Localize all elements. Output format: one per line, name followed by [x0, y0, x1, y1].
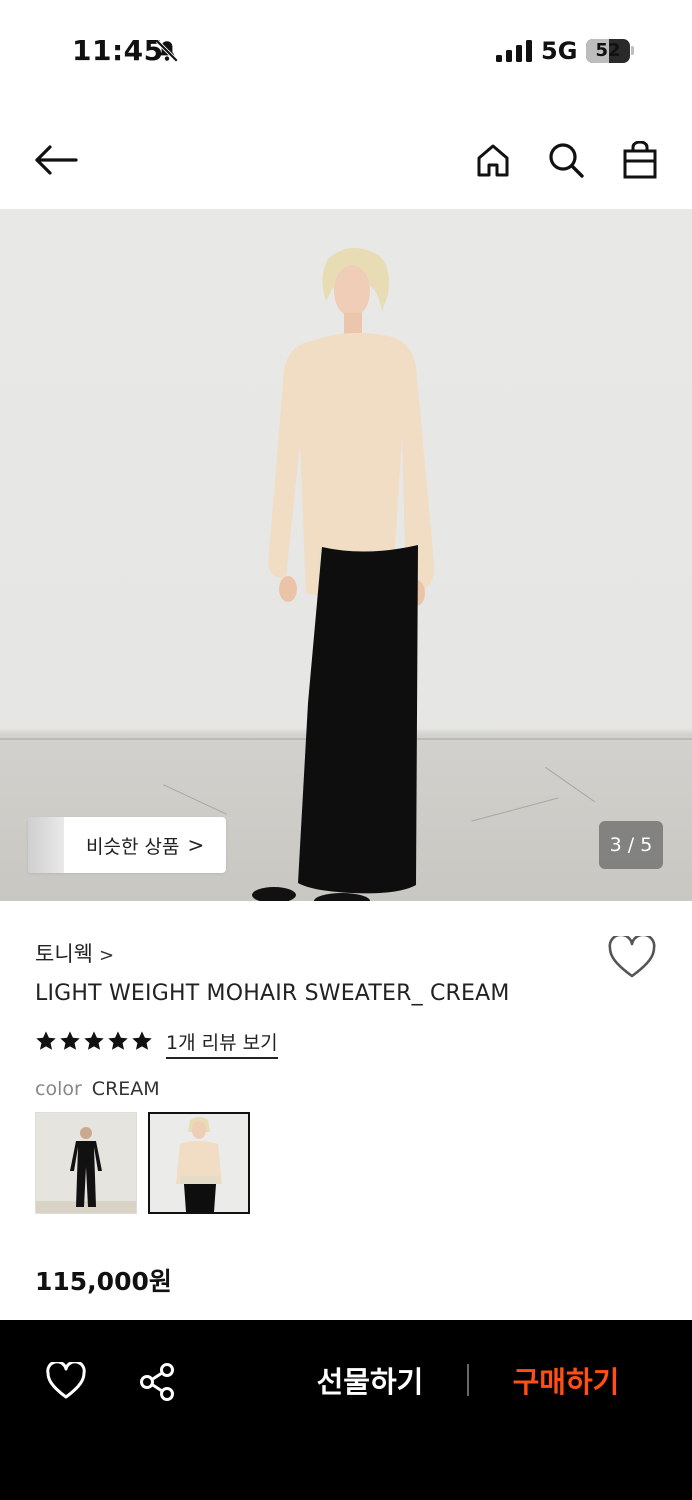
color-option-thumbnail: [36, 1113, 136, 1213]
similar-products-button[interactable]: 비슷한 상품 >: [28, 817, 226, 873]
back-button[interactable]: [32, 136, 80, 184]
image-page-indicator: 3 / 5: [599, 821, 663, 869]
model-photo: [252, 247, 435, 901]
color-option-cream[interactable]: [148, 1112, 250, 1214]
rating-stars: [35, 1030, 153, 1052]
status-bar: 11:45 5G 52: [0, 0, 692, 100]
review-link[interactable]: 1개 리뷰 보기: [166, 1028, 278, 1059]
heart-icon[interactable]: [46, 1362, 86, 1402]
color-option-black[interactable]: [35, 1112, 137, 1214]
floor-crack: [545, 766, 595, 803]
search-button[interactable]: [542, 136, 590, 184]
star-icon: [108, 1031, 128, 1050]
color-label: color: [35, 1078, 82, 1100]
bell-muted-icon: [155, 39, 179, 63]
battery-percent: 52: [595, 40, 621, 61]
color-value: CREAM: [91, 1078, 160, 1100]
share-icon[interactable]: [137, 1362, 177, 1402]
home-button[interactable]: [469, 136, 517, 184]
signal-icon: [496, 40, 532, 62]
wishlist-heart-button[interactable]: [608, 936, 656, 980]
color-option-thumbnail: [150, 1114, 248, 1212]
status-time: 11:45: [72, 34, 164, 67]
star-icon: [84, 1031, 104, 1050]
buy-button[interactable]: 구매하기: [496, 1360, 636, 1404]
battery-tip: [631, 46, 634, 55]
product-price: 115,000원: [35, 1267, 172, 1296]
brand-name: 토니웩: [35, 942, 93, 966]
star-icon: [132, 1031, 152, 1050]
chevron-right-icon: >: [98, 945, 115, 966]
shopping-bag-icon: [623, 141, 657, 179]
product-title: LIGHT WEIGHT MOHAIR SWEATER_ CREAM: [35, 981, 510, 1006]
color-row: color CREAM: [35, 1078, 160, 1100]
bottom-action-bar: 선물하기 구매하기: [0, 1320, 692, 1500]
gift-button[interactable]: 선물하기: [300, 1360, 440, 1404]
bottom-bar-divider: [467, 1364, 469, 1396]
chevron-right-icon: >: [187, 833, 205, 857]
search-icon: [549, 143, 584, 178]
similar-products-label: 비슷한 상품: [86, 835, 180, 858]
star-icon: [36, 1031, 56, 1050]
network-label: 5G: [541, 37, 578, 65]
floor-crack: [163, 784, 227, 815]
home-icon: [477, 144, 509, 177]
star-icon: [60, 1031, 80, 1050]
floor-crack: [471, 797, 559, 822]
similar-products-thumbnail: [28, 817, 64, 873]
brand-link[interactable]: 토니웩 >: [35, 938, 114, 968]
app-header: [0, 120, 692, 200]
arrow-left-icon: [35, 145, 78, 175]
product-image-carousel[interactable]: 비슷한 상품 > 3 / 5: [0, 209, 692, 901]
battery-icon: 52: [586, 39, 630, 63]
cart-button[interactable]: [616, 136, 664, 184]
